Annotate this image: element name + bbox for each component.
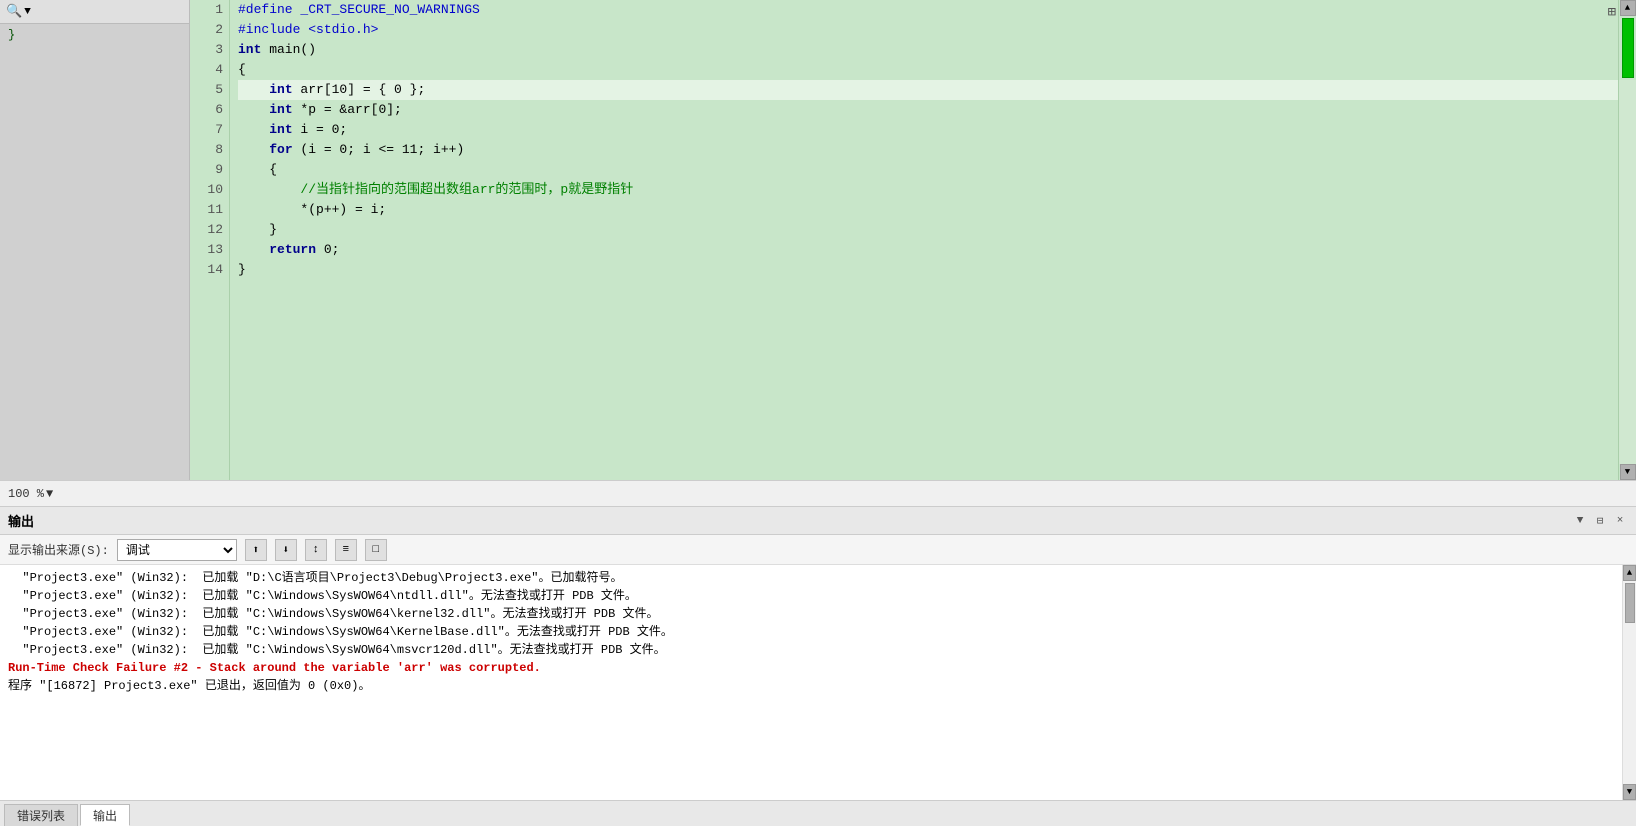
output-close-btn[interactable]: × [1612, 513, 1628, 529]
line-number-14: 14 [190, 260, 229, 280]
code-line-10: //当指针指向的范围超出数组arr的范围时，p就是野指针 [238, 180, 1618, 200]
scroll-down-btn[interactable]: ▼ [1620, 464, 1636, 480]
scrollbar-thumb[interactable] [1622, 18, 1634, 78]
output-line: 程序 "[16872] Project3.exe" 已退出，返回值为 0 (0x… [8, 677, 1614, 695]
zoom-bar: 100 % ▼ [0, 480, 1636, 506]
bottom-tabs: 错误列表输出 [0, 800, 1636, 826]
code-line-3: int main() [238, 40, 1618, 60]
code-area: 🔍 ▼ } 1234567891011121314 #define _CRT_S… [0, 0, 1636, 480]
expand-icon[interactable]: ⊞ [1608, 4, 1616, 21]
code-line-2: #include <stdio.h> [238, 20, 1618, 40]
scroll-up-btn[interactable]: ▲ [1620, 0, 1636, 16]
sidebar-search[interactable]: 🔍 ▼ [0, 0, 189, 24]
output-scrollbar-thumb[interactable] [1625, 583, 1635, 623]
output-title: 输出 [8, 511, 34, 530]
search-icon: 🔍 [6, 4, 22, 19]
line-number-3: 3 [190, 40, 229, 60]
zoom-arrow: ▼ [46, 487, 53, 501]
line-number-8: 8 [190, 140, 229, 160]
line-number-13: 13 [190, 240, 229, 260]
toolbar-btn-4[interactable]: ≡ [335, 539, 357, 561]
zoom-dropdown[interactable]: 100 % ▼ [8, 487, 53, 501]
line-number-6: 6 [190, 100, 229, 120]
code-line-5: int arr[10] = { 0 }; [238, 80, 1618, 100]
main-container: 🔍 ▼ } 1234567891011121314 #define _CRT_S… [0, 0, 1636, 826]
code-line-11: *(p++) = i; [238, 200, 1618, 220]
output-header: 输出 ▼ ⊟ × [0, 507, 1636, 535]
output-source-dropdown[interactable]: 调试 [117, 539, 237, 561]
output-line: "Project3.exe" (Win32): 已加载 "D:\C语言项目\Pr… [8, 569, 1614, 587]
toolbar-btn-1[interactable]: ⬆ [245, 539, 267, 561]
line-number-7: 7 [190, 120, 229, 140]
sidebar: 🔍 ▼ } [0, 0, 190, 480]
code-line-8: for (i = 0; i <= 11; i++) [238, 140, 1618, 160]
toolbar-btn-2[interactable]: ⬇ [275, 539, 297, 561]
output-scrollbar[interactable]: ▲ ▼ [1622, 565, 1636, 800]
output-line: "Project3.exe" (Win32): 已加载 "C:\Windows\… [8, 605, 1614, 623]
zoom-level: 100 % [8, 487, 44, 501]
output-scroll-down[interactable]: ▼ [1623, 784, 1636, 800]
toolbar-btn-5[interactable]: □ [365, 539, 387, 561]
output-pin-btn[interactable]: ▼ [1572, 513, 1588, 529]
output-scroll-up[interactable]: ▲ [1623, 565, 1636, 581]
output-content-row: "Project3.exe" (Win32): 已加载 "D:\C语言项目\Pr… [0, 565, 1636, 800]
line-number-1: 1 [190, 0, 229, 20]
line-number-12: 12 [190, 220, 229, 240]
output-source-label: 显示输出来源(S): [8, 541, 109, 558]
output-content: "Project3.exe" (Win32): 已加载 "D:\C语言项目\Pr… [0, 565, 1622, 800]
code-line-6: int *p = &arr[0]; [238, 100, 1618, 120]
code-line-12: } [238, 220, 1618, 240]
line-number-9: 9 [190, 160, 229, 180]
output-line: "Project3.exe" (Win32): 已加载 "C:\Windows\… [8, 623, 1614, 641]
output-panel: 输出 ▼ ⊟ × 显示输出来源(S): 调试 ⬆ ⬇ ↕ ≡ □ "Projec… [0, 506, 1636, 826]
code-line-13: return 0; [238, 240, 1618, 260]
line-number-4: 4 [190, 60, 229, 80]
code-line-7: int i = 0; [238, 120, 1618, 140]
code-line-4: { [238, 60, 1618, 80]
toolbar-btn-3[interactable]: ↕ [305, 539, 327, 561]
bottom-tab-1[interactable]: 输出 [80, 804, 130, 826]
output-scroll-track [1623, 625, 1636, 784]
code-line-1: #define _CRT_SECURE_NO_WARNINGS [238, 0, 1618, 20]
line-number-5: 5 [190, 80, 229, 100]
code-content[interactable]: #define _CRT_SECURE_NO_WARNINGS#include … [230, 0, 1618, 480]
bottom-tab-0[interactable]: 错误列表 [4, 804, 78, 826]
output-line: "Project3.exe" (Win32): 已加载 "C:\Windows\… [8, 641, 1614, 659]
output-toolbar: 显示输出来源(S): 调试 ⬆ ⬇ ↕ ≡ □ [0, 535, 1636, 565]
scrollbar-track[interactable] [1619, 80, 1636, 464]
code-line-14: } [238, 260, 1618, 280]
output-line: "Project3.exe" (Win32): 已加载 "C:\Windows\… [8, 587, 1614, 605]
sidebar-item: } [0, 24, 189, 46]
code-line-9: { [238, 160, 1618, 180]
output-header-icons: ▼ ⊟ × [1572, 513, 1628, 529]
vertical-scrollbar[interactable]: ▲ ▼ [1618, 0, 1636, 480]
line-number-11: 11 [190, 200, 229, 220]
output-line: Run-Time Check Failure #2 - Stack around… [8, 659, 1614, 677]
line-number-2: 2 [190, 20, 229, 40]
line-number-10: 10 [190, 180, 229, 200]
line-numbers: 1234567891011121314 [190, 0, 230, 480]
output-dock-btn[interactable]: ⊟ [1592, 513, 1608, 529]
